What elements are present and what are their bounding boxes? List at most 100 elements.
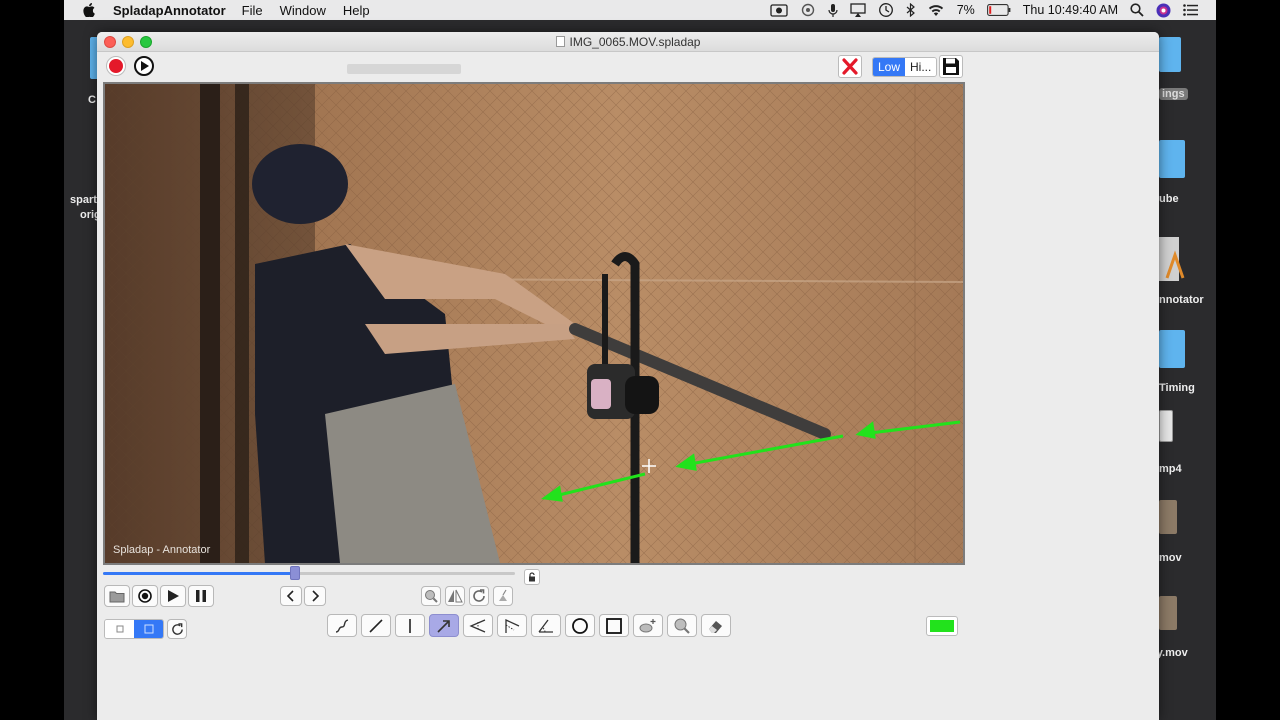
large-size-option[interactable] — [134, 620, 163, 638]
previous-frame-button[interactable] — [280, 586, 302, 606]
bluetooth-icon[interactable] — [906, 3, 915, 17]
small-size-option[interactable] — [105, 620, 134, 638]
desktop-item-label[interactable]: mp4 — [1159, 463, 1182, 475]
status-area: 7% Thu 10:49:40 AM — [770, 2, 1198, 18]
angle-icon — [469, 618, 486, 633]
eraser-tool[interactable] — [701, 614, 731, 637]
desktop: SpladapAnnotator File Window Help 7% Thu… — [64, 0, 1216, 720]
line-icon — [369, 618, 383, 633]
window-menu[interactable]: Window — [280, 3, 326, 18]
airplay-icon[interactable] — [850, 3, 866, 17]
video-thumbnail-icon[interactable] — [1159, 500, 1177, 534]
desktop-folder-icon[interactable] — [1159, 37, 1181, 72]
battery-icon[interactable] — [986, 4, 1011, 16]
timeline-thumb[interactable] — [289, 566, 300, 580]
annotation-color-picker[interactable] — [926, 616, 958, 636]
circle-icon — [572, 617, 588, 634]
quality-toggle[interactable]: Low Hi... — [872, 57, 938, 77]
document-icon — [555, 36, 565, 47]
wifi-icon[interactable] — [927, 4, 945, 17]
window-title: IMG_0065.MOV.spladap — [97, 35, 1159, 49]
desktop-item-label[interactable]: C — [88, 94, 96, 106]
recording-progress-bar — [347, 64, 461, 74]
apple-icon[interactable] — [82, 3, 96, 17]
circle-tool[interactable] — [565, 614, 595, 637]
save-icon — [943, 58, 959, 75]
next-frame-button[interactable] — [304, 586, 326, 606]
previous-frame-icon — [286, 590, 294, 602]
replay-button[interactable] — [132, 585, 158, 607]
spotlight-tool[interactable] — [633, 614, 663, 637]
desktop-folder-icon[interactable] — [1159, 330, 1185, 368]
small-square-icon — [116, 625, 123, 633]
help-menu[interactable]: Help — [343, 3, 370, 18]
record-button[interactable] — [106, 56, 126, 76]
angle-flag-icon — [505, 618, 520, 633]
refresh-icon — [171, 622, 183, 635]
notification-center-icon[interactable] — [1183, 4, 1198, 16]
quality-high-option[interactable]: Hi... — [905, 58, 937, 76]
battery-percent: 7% — [956, 3, 975, 17]
desktop-item-label[interactable]: spart — [70, 194, 97, 206]
lock-icon — [529, 572, 535, 582]
measure-angle-icon — [538, 619, 553, 633]
angle-tool[interactable] — [463, 614, 493, 637]
spotlight-search-icon[interactable] — [1130, 3, 1144, 17]
desktop-folder-icon[interactable] — [1159, 140, 1185, 178]
folder-icon — [109, 591, 125, 602]
video-thumbnail-icon[interactable] — [1159, 596, 1177, 630]
pause-button[interactable] — [188, 585, 214, 607]
desktop-item-label[interactable]: nnotator — [1159, 294, 1204, 306]
spotlight-icon — [639, 618, 656, 632]
measure-angle-tool[interactable] — [531, 614, 561, 637]
time-machine-icon[interactable] — [878, 2, 894, 18]
app-icon[interactable] — [1159, 233, 1185, 283]
file-menu[interactable]: File — [242, 3, 263, 18]
microphone-icon[interactable] — [828, 3, 838, 17]
screen-record-icon[interactable] — [770, 3, 788, 17]
magnifier-icon — [674, 618, 690, 634]
line-tool[interactable] — [361, 614, 391, 637]
zoom-view-button[interactable] — [421, 586, 441, 606]
magnifier-tool[interactable] — [667, 614, 697, 637]
app-menu[interactable]: SpladapAnnotator — [113, 3, 226, 18]
play-icon — [168, 590, 179, 602]
play-recording-button[interactable] — [134, 56, 154, 76]
desktop-item-label[interactable]: Timing — [1159, 382, 1195, 394]
watermark: Spladap - Annotator — [113, 544, 211, 556]
menu-bar: SpladapAnnotator File Window Help 7% Thu… — [64, 0, 1216, 20]
video-canvas[interactable]: Spladap - Annotator — [103, 82, 965, 565]
eraser-icon — [709, 620, 722, 633]
camera-icon[interactable] — [800, 3, 816, 17]
desktop-item-label[interactable]: mov — [1159, 552, 1182, 564]
open-file-button[interactable] — [104, 585, 130, 607]
refresh-button[interactable] — [167, 619, 187, 639]
vertical-line-tool[interactable] — [395, 614, 425, 637]
siri-icon[interactable] — [1156, 3, 1171, 18]
next-frame-icon — [312, 590, 320, 602]
large-square-icon — [144, 624, 153, 634]
flip-button[interactable] — [445, 586, 465, 606]
angle-flag-tool[interactable] — [497, 614, 527, 637]
close-video-button[interactable] — [838, 55, 862, 78]
clock[interactable]: Thu 10:49:40 AM — [1023, 3, 1118, 17]
clear-button[interactable] — [493, 586, 513, 606]
rectangle-tool[interactable] — [599, 614, 629, 637]
timeline-slider[interactable] — [103, 566, 515, 580]
desktop-item-label[interactable]: ube — [1159, 193, 1179, 205]
quality-low-option[interactable]: Low — [873, 58, 906, 76]
play-button[interactable] — [160, 585, 186, 607]
zoom-icon — [425, 590, 438, 603]
lock-button[interactable] — [524, 569, 540, 585]
file-icon[interactable] — [1159, 410, 1173, 442]
freehand-tool[interactable] — [327, 614, 357, 637]
canvas-size-toggle[interactable] — [104, 619, 164, 639]
timeline-fill — [103, 572, 295, 575]
record-icon — [138, 589, 152, 603]
desktop-item-label[interactable]: ings — [1159, 88, 1188, 100]
rotate-button[interactable] — [469, 586, 489, 606]
pause-icon — [196, 590, 206, 602]
save-button[interactable] — [939, 55, 963, 78]
title-bar[interactable]: IMG_0065.MOV.spladap — [97, 32, 1159, 52]
arrow-tool[interactable] — [429, 614, 459, 637]
